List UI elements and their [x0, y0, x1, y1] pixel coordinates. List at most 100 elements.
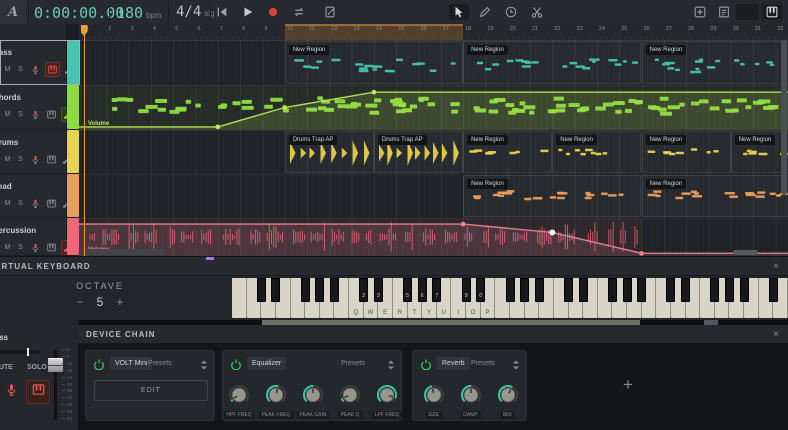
- piano-key-black[interactable]: [725, 278, 734, 302]
- knob-peak-q[interactable]: [339, 384, 361, 406]
- track-solo-button[interactable]: S: [15, 64, 26, 75]
- device-name[interactable]: Equalizer: [247, 357, 286, 370]
- track-header-bass[interactable]: BassMS: [0, 40, 66, 85]
- play-button[interactable]: [238, 4, 258, 20]
- loop-button[interactable]: [289, 4, 309, 20]
- knob-damp[interactable]: [460, 384, 482, 406]
- device-edit-button[interactable]: EDIT: [94, 380, 208, 401]
- track-keyboard-button[interactable]: [45, 62, 60, 77]
- split-tool-button[interactable]: [527, 4, 547, 20]
- presets-selector-arrows[interactable]: [512, 359, 520, 371]
- piano-key-black[interactable]: [681, 278, 690, 302]
- track-solo-button[interactable]: S: [15, 154, 26, 165]
- pencil-tool-button[interactable]: [475, 4, 495, 20]
- region[interactable]: New Region: [463, 41, 641, 84]
- device-presets-dropdown[interactable]: Presets: [148, 360, 172, 367]
- track-header-drums[interactable]: DrumsMS: [0, 130, 66, 174]
- horizontal-scrollbar-thumb-2[interactable]: [733, 250, 758, 255]
- region[interactable]: Drums Trap AP: [285, 131, 374, 173]
- region[interactable]: New Region: [463, 131, 552, 173]
- track-header-chords[interactable]: ChordsMS: [0, 85, 66, 130]
- device-power-button[interactable]: [230, 358, 242, 370]
- automation-curve[interactable]: [79, 85, 788, 130]
- track-mute-button[interactable]: M: [2, 154, 13, 165]
- piano-key-black[interactable]: 3: [374, 278, 383, 302]
- track-keyboard-button[interactable]: [45, 241, 58, 254]
- quantize-tool-button[interactable]: [501, 4, 521, 20]
- track-mute-button[interactable]: M: [2, 109, 13, 120]
- track-color-percussion[interactable]: [67, 218, 79, 255]
- presets-selector-arrows[interactable]: [387, 359, 395, 371]
- track-keyboard-button[interactable]: [45, 197, 58, 210]
- piano-key-black[interactable]: [535, 278, 544, 302]
- mute-button[interactable]: MUTE: [0, 364, 13, 371]
- automation-point[interactable]: [461, 222, 466, 227]
- knob-lpf-freq[interactable]: [376, 384, 398, 406]
- piano-key-black[interactable]: [769, 278, 778, 302]
- knob-size[interactable]: [423, 384, 445, 406]
- automation-point[interactable]: [372, 90, 377, 95]
- piano-key-black[interactable]: [301, 278, 310, 302]
- record-button[interactable]: [263, 4, 283, 20]
- device-name[interactable]: VOLT Mini: [110, 357, 152, 370]
- region[interactable]: Drums Trap AP: [374, 131, 463, 173]
- solo-button[interactable]: SOLO: [27, 364, 47, 371]
- automation-curve[interactable]: [79, 218, 788, 256]
- knob-peak-freq[interactable]: [265, 384, 287, 406]
- track-color-lead[interactable]: [67, 174, 79, 217]
- add-device-button[interactable]: +: [623, 375, 633, 395]
- automation-point[interactable]: [282, 105, 287, 110]
- piano-key-black[interactable]: 2: [359, 278, 368, 302]
- track-color-chords[interactable]: [67, 85, 79, 129]
- piano-key-black[interactable]: [271, 278, 280, 302]
- presets-selector-arrows[interactable]: [200, 359, 208, 371]
- piano-key-black[interactable]: [506, 278, 515, 302]
- track-mic-button[interactable]: [29, 63, 42, 76]
- track-solo-button[interactable]: S: [15, 109, 26, 120]
- track-keyboard-button[interactable]: [45, 153, 58, 166]
- piano-key-black[interactable]: [637, 278, 646, 302]
- volume-fader-handle[interactable]: [48, 358, 63, 372]
- track-mute-button[interactable]: M: [2, 242, 13, 253]
- device-presets-dropdown[interactable]: Presets: [341, 360, 365, 367]
- region[interactable]: New Region: [731, 131, 788, 173]
- vertical-scrollbar-thumb[interactable]: [781, 40, 787, 195]
- piano-keyboard[interactable]: QWERTYUIOP2356790: [232, 278, 788, 318]
- metronome-button[interactable]: [320, 4, 340, 20]
- keyboard-input-button[interactable]: [26, 380, 50, 404]
- track-header-lead[interactable]: LeadMS: [0, 174, 66, 218]
- device-power-button[interactable]: [93, 358, 105, 370]
- track-mic-button[interactable]: [29, 241, 42, 254]
- region[interactable]: New Region: [463, 175, 641, 217]
- piano-key-black[interactable]: [710, 278, 719, 302]
- piano-key-white[interactable]: [232, 278, 247, 318]
- close-keyboard-button[interactable]: ×: [773, 261, 779, 272]
- piano-key-black[interactable]: 6: [418, 278, 427, 302]
- piano-key-black[interactable]: [257, 278, 266, 302]
- time-display[interactable]: 0:00:00.00: [34, 4, 124, 22]
- piano-key-black[interactable]: [623, 278, 632, 302]
- region[interactable]: New Region: [285, 41, 463, 84]
- track-mic-button[interactable]: [29, 108, 42, 121]
- skip-to-start-button[interactable]: [212, 4, 232, 20]
- monitor-mic-button[interactable]: [4, 382, 19, 402]
- knob-mix[interactable]: [497, 384, 519, 406]
- piano-key-black[interactable]: [579, 278, 588, 302]
- device-equalizer[interactable]: EqualizerPresetsHPF FREQPEAK FREQPEAK GA…: [222, 350, 402, 421]
- piano-key-black[interactable]: [315, 278, 324, 302]
- piano-key-black[interactable]: [564, 278, 573, 302]
- track-solo-button[interactable]: S: [15, 242, 26, 253]
- device-presets-dropdown[interactable]: Presets: [471, 360, 495, 367]
- octave-up-button[interactable]: +: [116, 295, 123, 309]
- automation-point[interactable]: [549, 229, 555, 235]
- notes-list-button[interactable]: [714, 4, 734, 20]
- add-track-button[interactable]: [690, 4, 710, 20]
- cursor-tool-button[interactable]: [449, 4, 469, 20]
- piano-key-black[interactable]: [330, 278, 339, 302]
- piano-key-black[interactable]: 9: [462, 278, 471, 302]
- piano-key-black[interactable]: 7: [432, 278, 441, 302]
- region[interactable]: New Region: [642, 41, 788, 84]
- track-solo-button[interactable]: S: [15, 198, 26, 209]
- track-mute-button[interactable]: M: [2, 64, 13, 75]
- track-color-bass[interactable]: [67, 40, 79, 84]
